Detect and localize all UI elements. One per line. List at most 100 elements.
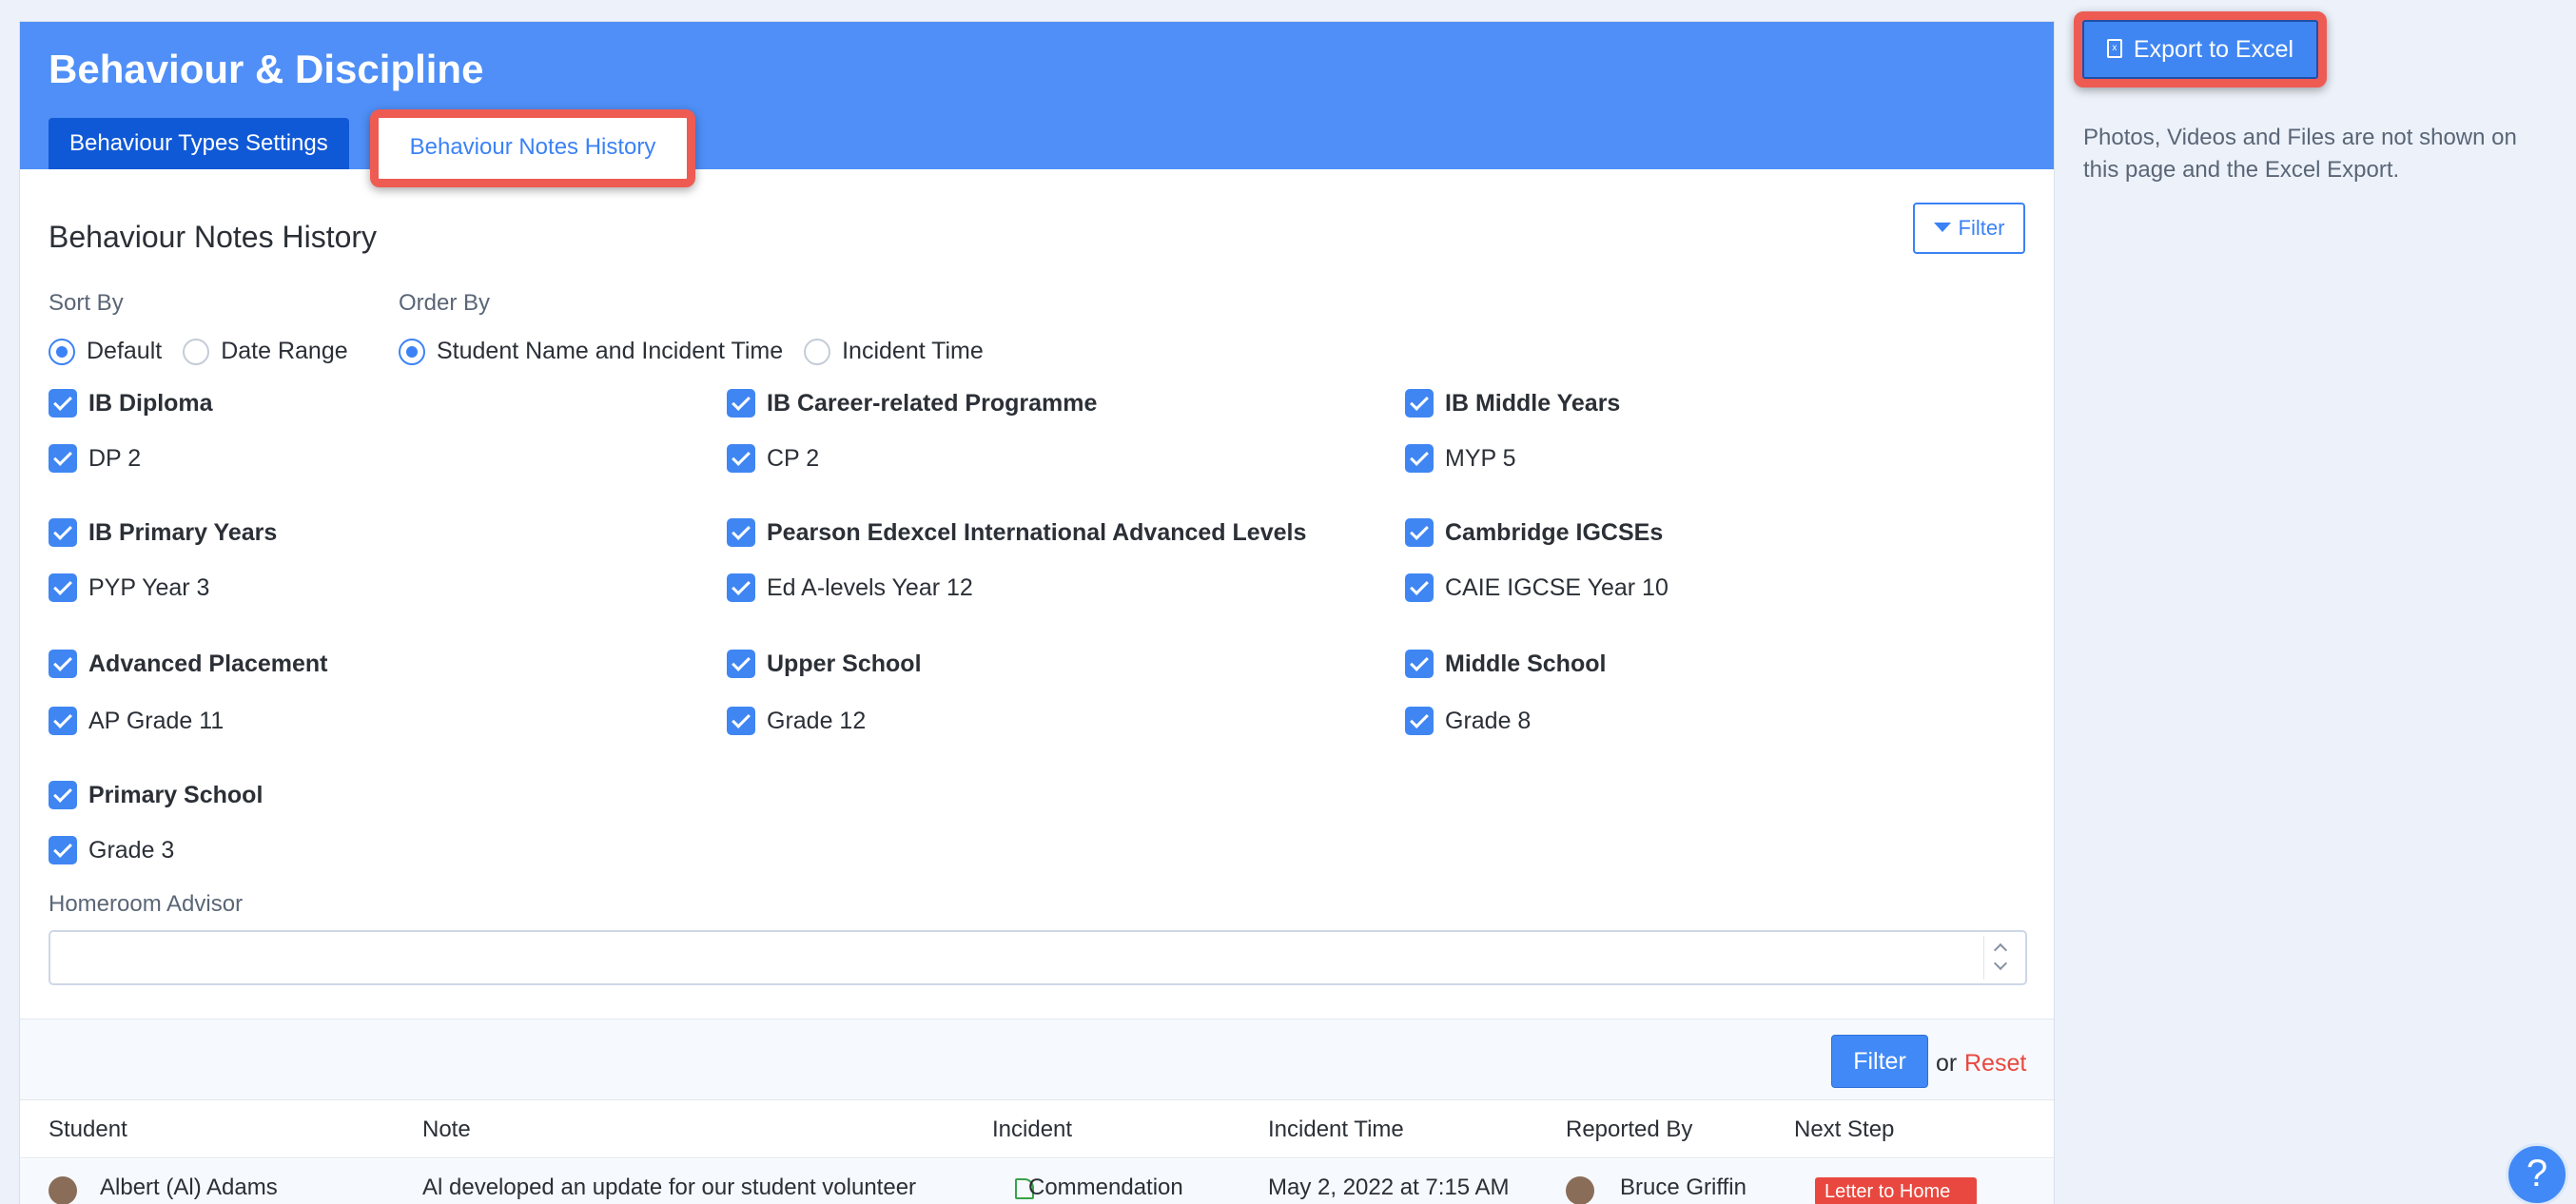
or-text: or xyxy=(1936,1050,1958,1077)
checkbox-programme[interactable]: Cambridge IGCSEs xyxy=(1405,518,1663,547)
checkbox-icon[interactable] xyxy=(49,444,77,473)
programme-label: IB Middle Years xyxy=(1445,389,1621,417)
checkbox-icon[interactable] xyxy=(727,444,755,473)
order-by-group: Student Name and Incident Time Incident … xyxy=(399,338,1005,365)
checkbox-programme[interactable]: IB Diploma xyxy=(49,389,213,418)
excel-file-icon: x xyxy=(2106,39,2122,59)
grade-label: PYP Year 3 xyxy=(88,573,210,601)
programme-label: Primary School xyxy=(88,781,263,808)
checkbox-grade[interactable]: CAIE IGCSE Year 10 xyxy=(1405,573,1669,602)
funnel-icon xyxy=(1933,223,1951,233)
order-by-label: Order By xyxy=(399,290,491,316)
export-note: Photos, Videos and Files are not shown o… xyxy=(2083,125,2517,183)
radio-order-incident-time[interactable] xyxy=(804,338,831,365)
export-to-excel-highlight: x Export to Excel xyxy=(2074,11,2327,87)
select-arrows-icon[interactable] xyxy=(1983,936,2018,980)
radio-sort-date-range-label[interactable]: Date Range xyxy=(221,338,347,365)
table-row[interactable]: Albert (Al) Adams Al developed an update… xyxy=(20,1159,2054,1204)
checkbox-icon[interactable] xyxy=(727,389,755,418)
checkbox-grade[interactable]: Ed A-levels Year 12 xyxy=(727,573,973,602)
next-step-badge: Letter to Home xyxy=(1815,1177,1977,1204)
tab-behaviour-notes-history[interactable]: Behaviour Notes History xyxy=(379,118,687,179)
export-to-excel-button[interactable]: x Export to Excel xyxy=(2082,20,2318,79)
tab-behaviour-types-settings[interactable]: Behaviour Types Settings xyxy=(49,118,349,169)
checkbox-programme[interactable]: Primary School xyxy=(49,781,263,809)
checkbox-programme[interactable]: Advanced Placement xyxy=(49,650,328,678)
section-title: Behaviour Notes History xyxy=(49,220,378,254)
checkbox-icon[interactable] xyxy=(727,707,755,735)
checkbox-icon[interactable] xyxy=(49,781,77,809)
radio-order-student-name[interactable] xyxy=(399,338,425,365)
sort-by-group: Default Date Range xyxy=(49,338,369,365)
cell-reported-by: Bruce Griffin xyxy=(1620,1175,1747,1200)
checkbox-icon[interactable] xyxy=(1405,389,1434,418)
radio-order-student-name-label[interactable]: Student Name and Incident Time xyxy=(437,338,783,365)
filter-toggle-button[interactable]: Filter xyxy=(1913,203,2025,254)
grade-label: Grade 12 xyxy=(767,707,867,734)
checkbox-grade[interactable]: Grade 3 xyxy=(49,836,174,864)
table-header: Student Note Incident Incident Time Repo… xyxy=(20,1101,2054,1158)
checkbox-grade[interactable]: Grade 12 xyxy=(727,707,866,735)
filter-submit-button[interactable]: Filter xyxy=(1831,1035,1928,1088)
checkbox-icon[interactable] xyxy=(49,389,77,418)
column-header-next-step[interactable]: Next Step xyxy=(1794,1101,1894,1158)
tab-behaviour-notes-history-highlight: Behaviour Notes History xyxy=(370,109,695,187)
checkbox-icon[interactable] xyxy=(727,573,755,602)
column-header-reported-by[interactable]: Reported By xyxy=(1566,1101,1692,1158)
checkbox-grade[interactable]: AP Grade 11 xyxy=(49,707,224,735)
homeroom-advisor-label: Homeroom Advisor xyxy=(49,891,244,917)
programme-label: Pearson Edexcel International Advanced L… xyxy=(767,518,1307,546)
reporter-avatar xyxy=(1566,1176,1594,1204)
column-header-incident[interactable]: Incident xyxy=(992,1101,1072,1158)
checkbox-icon[interactable] xyxy=(1405,707,1434,735)
checkbox-grade[interactable]: MYP 5 xyxy=(1405,444,1516,473)
checkbox-grade[interactable]: CP 2 xyxy=(727,444,819,473)
checkbox-grade[interactable]: Grade 8 xyxy=(1405,707,1531,735)
checkbox-icon[interactable] xyxy=(49,518,77,547)
reset-link[interactable]: Reset xyxy=(1964,1050,2026,1078)
filter-actions-bar: Filter or Reset xyxy=(20,1019,2054,1100)
checkbox-icon[interactable] xyxy=(727,518,755,547)
checkbox-programme[interactable]: Upper School xyxy=(727,650,922,678)
checkbox-icon[interactable] xyxy=(1405,573,1434,602)
checkbox-icon[interactable] xyxy=(727,650,755,678)
checkbox-programme[interactable]: IB Primary Years xyxy=(49,518,277,547)
programme-label: IB Diploma xyxy=(88,389,213,417)
checkbox-programme[interactable]: Pearson Edexcel International Advanced L… xyxy=(727,518,1306,547)
programme-label: IB Primary Years xyxy=(88,518,278,546)
homeroom-advisor-select[interactable] xyxy=(49,930,2027,985)
radio-sort-default-label[interactable]: Default xyxy=(87,338,162,365)
checkbox-icon[interactable] xyxy=(49,650,77,678)
checkbox-icon[interactable] xyxy=(1405,444,1434,473)
radio-sort-default[interactable] xyxy=(49,338,75,365)
grade-label: Grade 8 xyxy=(1445,707,1532,734)
grade-label: Grade 3 xyxy=(88,836,175,864)
programme-label: Cambridge IGCSEs xyxy=(1445,518,1664,546)
checkbox-icon[interactable] xyxy=(49,707,77,735)
cell-incident-time: May 2, 2022 at 7:15 AM xyxy=(1268,1175,1510,1200)
checkbox-icon[interactable] xyxy=(1405,650,1434,678)
radio-order-incident-time-label[interactable]: Incident Time xyxy=(842,338,984,365)
programme-label: IB Career-related Programme xyxy=(767,389,1098,417)
checkbox-programme[interactable]: IB Career-related Programme xyxy=(727,389,1097,418)
checkbox-icon[interactable] xyxy=(49,573,77,602)
checkbox-icon[interactable] xyxy=(1405,518,1434,547)
checkbox-programme[interactable]: Middle School xyxy=(1405,650,1606,678)
help-icon[interactable]: ? xyxy=(2506,1143,2568,1204)
checkbox-grade[interactable]: PYP Year 3 xyxy=(49,573,209,602)
radio-sort-date-range[interactable] xyxy=(183,338,210,365)
checkbox-icon[interactable] xyxy=(49,836,77,864)
programme-label: Advanced Placement xyxy=(88,650,328,677)
column-header-student[interactable]: Student xyxy=(49,1101,127,1158)
cell-student[interactable]: Albert (Al) Adams xyxy=(100,1175,278,1201)
grade-label: CP 2 xyxy=(767,444,820,472)
column-header-note[interactable]: Note xyxy=(422,1101,471,1158)
grade-label: AP Grade 11 xyxy=(88,707,224,734)
grade-label: Ed A-levels Year 12 xyxy=(767,573,973,601)
programme-label: Upper School xyxy=(767,650,922,677)
cell-incident: Commendation xyxy=(1028,1175,1183,1200)
filter-toggle-label: Filter xyxy=(1958,216,2005,240)
checkbox-programme[interactable]: IB Middle Years xyxy=(1405,389,1620,418)
column-header-incident-time[interactable]: Incident Time xyxy=(1268,1101,1404,1158)
checkbox-grade[interactable]: DP 2 xyxy=(49,444,141,473)
